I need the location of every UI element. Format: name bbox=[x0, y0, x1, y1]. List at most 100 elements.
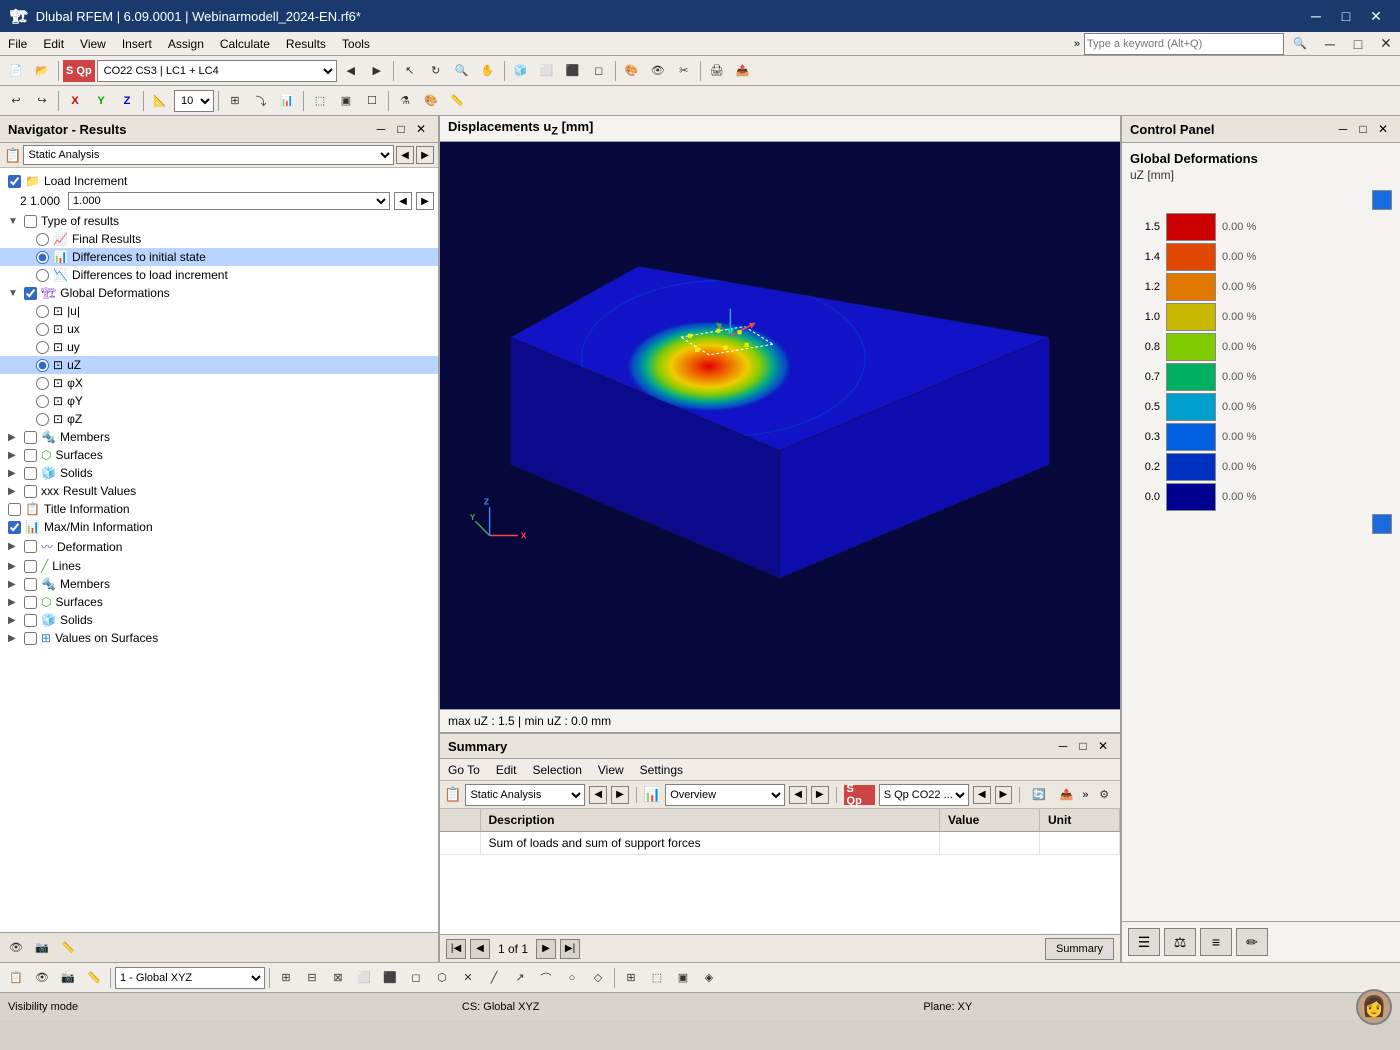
title-info-check[interactable] bbox=[8, 503, 21, 516]
summary-export-button[interactable]: 📤 bbox=[1055, 783, 1079, 807]
undo-button[interactable]: ↩ bbox=[4, 89, 28, 113]
sub-maximize-button[interactable]: □ bbox=[1344, 30, 1372, 58]
phix-radio[interactable] bbox=[36, 377, 49, 390]
panel-list-button[interactable]: ≡ bbox=[1200, 928, 1232, 956]
tb-view-btn13[interactable]: ◇ bbox=[586, 966, 610, 990]
y-axis-button[interactable]: Y bbox=[89, 89, 113, 113]
result-values-item[interactable]: ▶ xxx Result Values bbox=[0, 482, 438, 500]
bottom-tb-btn1[interactable]: 📋 bbox=[4, 966, 28, 990]
load-button[interactable]: ⤵ bbox=[249, 89, 273, 113]
sub-minimize-button[interactable]: ─ bbox=[1316, 30, 1344, 58]
ux-item[interactable]: ⊡ ux bbox=[0, 320, 438, 338]
summary-co-next-button[interactable]: ▶ bbox=[995, 786, 1013, 804]
solids2-item[interactable]: ▶ 🧊 Solids bbox=[0, 611, 438, 629]
surfaces-check[interactable] bbox=[24, 449, 37, 462]
phiz-radio[interactable] bbox=[36, 413, 49, 426]
sub-close-button[interactable]: ✕ bbox=[1372, 30, 1400, 58]
menu-insert[interactable]: Insert bbox=[114, 32, 160, 55]
export-button[interactable]: 📤 bbox=[731, 59, 755, 83]
surfaces2-check[interactable] bbox=[24, 596, 37, 609]
load-increment-check[interactable] bbox=[8, 175, 21, 188]
tb-view-btn3[interactable]: ⊠ bbox=[326, 966, 350, 990]
global-deform-item[interactable]: ▼ 🏗 Global Deformations bbox=[0, 284, 438, 302]
diff-initial-item[interactable]: 📊 Differences to initial state bbox=[0, 248, 438, 266]
search-input[interactable] bbox=[1084, 33, 1284, 55]
z-axis-button[interactable]: Z bbox=[115, 89, 139, 113]
view3d-button[interactable]: 🧊 bbox=[509, 59, 533, 83]
navigator-close[interactable]: ✕ bbox=[412, 120, 430, 138]
phiy-item[interactable]: ⊡ φY bbox=[0, 392, 438, 410]
type-results-item[interactable]: ▼ Type of results bbox=[0, 212, 438, 230]
members2-item[interactable]: ▶ 🔩 Members bbox=[0, 575, 438, 593]
print-button[interactable]: 🖨 bbox=[705, 59, 729, 83]
final-results-item[interactable]: 📈 Final Results bbox=[0, 230, 438, 248]
section-button[interactable]: ✂ bbox=[672, 59, 696, 83]
nav-next-button[interactable]: ▶ bbox=[416, 146, 434, 164]
panel-edit-button[interactable]: ✏ bbox=[1236, 928, 1268, 956]
summary-combo2[interactable]: S Qp CO22 ... bbox=[879, 784, 969, 806]
maxmin-info-check[interactable] bbox=[8, 521, 21, 534]
summary-menu-settings[interactable]: Settings bbox=[632, 759, 691, 780]
diff-increment-item[interactable]: 📉 Differences to load increment bbox=[0, 266, 438, 284]
minimize-button[interactable]: ─ bbox=[1302, 2, 1330, 30]
title-info-item[interactable]: 📋 Title Information bbox=[0, 500, 438, 518]
rotate-button[interactable]: ↻ bbox=[424, 59, 448, 83]
summary-next-button[interactable]: ▶ bbox=[611, 786, 629, 804]
members-check[interactable] bbox=[24, 431, 37, 444]
uz-item[interactable]: ⊡ uZ bbox=[0, 356, 438, 374]
page-next-button[interactable]: ▶ bbox=[536, 939, 556, 959]
solids2-check[interactable] bbox=[24, 614, 37, 627]
page-prev-button[interactable]: ◀ bbox=[470, 939, 490, 959]
lines-check[interactable] bbox=[24, 560, 37, 573]
cursor-button[interactable]: ↖ bbox=[398, 59, 422, 83]
tb-view-btn1[interactable]: ⊞ bbox=[274, 966, 298, 990]
summary-menu-edit[interactable]: Edit bbox=[488, 759, 525, 780]
summary-ov-next-button[interactable]: ▶ bbox=[811, 786, 829, 804]
tb-view-btn12[interactable]: ○ bbox=[560, 966, 584, 990]
tb-grid-btn2[interactable]: ⬚ bbox=[645, 966, 669, 990]
type-results-check[interactable] bbox=[24, 215, 37, 228]
tb-grid-btn4[interactable]: ◈ bbox=[697, 966, 721, 990]
solids-item[interactable]: ▶ 🧊 Solids bbox=[0, 464, 438, 482]
lines-item[interactable]: ▶ ╱ Lines bbox=[0, 557, 438, 575]
mesh-button[interactable]: ⊞ bbox=[223, 89, 247, 113]
diff-initial-radio[interactable] bbox=[36, 251, 49, 264]
view-right-button[interactable]: ◻ bbox=[587, 59, 611, 83]
bottom-tb-btn3[interactable]: 📷 bbox=[56, 966, 80, 990]
menu-calculate[interactable]: Calculate bbox=[212, 32, 278, 55]
menu-file[interactable]: File bbox=[0, 32, 35, 55]
menu-tools[interactable]: Tools bbox=[334, 32, 378, 55]
nav-measure2-button[interactable]: 📏 bbox=[56, 936, 80, 960]
tb-view-btn9[interactable]: ╱ bbox=[482, 966, 506, 990]
tb-view-btn11[interactable]: ⌒ bbox=[534, 966, 558, 990]
surfaces-item[interactable]: ▶ ⬡ Surfaces bbox=[0, 446, 438, 464]
panel-table-button[interactable]: ☰ bbox=[1128, 928, 1160, 956]
maxmin-info-item[interactable]: 📊 Max/Min Information bbox=[0, 518, 438, 536]
menu-view[interactable]: View bbox=[72, 32, 114, 55]
page-last-button[interactable]: ▶| bbox=[560, 939, 580, 959]
summary-menu-selection[interactable]: Selection bbox=[525, 759, 590, 780]
summary-prev-button[interactable]: ◀ bbox=[589, 786, 607, 804]
color-button[interactable]: 🎨 bbox=[419, 89, 443, 113]
ux-radio[interactable] bbox=[36, 323, 49, 336]
members2-check[interactable] bbox=[24, 578, 37, 591]
deformation-check[interactable] bbox=[24, 540, 37, 553]
summary-analysis-combo[interactable]: Static Analysis bbox=[465, 784, 585, 806]
search-button[interactable]: 🔍 bbox=[1288, 32, 1312, 56]
inc-next[interactable]: ▶ bbox=[416, 192, 434, 210]
new-button[interactable]: 📄 bbox=[4, 59, 28, 83]
filter-button[interactable]: ⚗ bbox=[393, 89, 417, 113]
x-axis-button[interactable]: X bbox=[63, 89, 87, 113]
prev-loadcase-button[interactable]: ◀ bbox=[339, 59, 363, 83]
panel-maximize[interactable]: □ bbox=[1354, 120, 1372, 138]
summary-co-prev-button[interactable]: ◀ bbox=[973, 786, 991, 804]
summary-filter-button[interactable]: 🔄 bbox=[1027, 783, 1051, 807]
viewport-3d[interactable]: X Y Z bbox=[440, 142, 1120, 709]
final-results-radio[interactable] bbox=[36, 233, 49, 246]
solids-check[interactable] bbox=[24, 467, 37, 480]
view-front-button[interactable]: ⬜ bbox=[535, 59, 559, 83]
navigator-maximize[interactable]: □ bbox=[392, 120, 410, 138]
tb-view-btn6[interactable]: ◻ bbox=[404, 966, 428, 990]
load-increment-item[interactable]: 📁 Load Increment bbox=[0, 172, 438, 190]
bottom-tb-btn2[interactable]: 👁 bbox=[30, 966, 54, 990]
